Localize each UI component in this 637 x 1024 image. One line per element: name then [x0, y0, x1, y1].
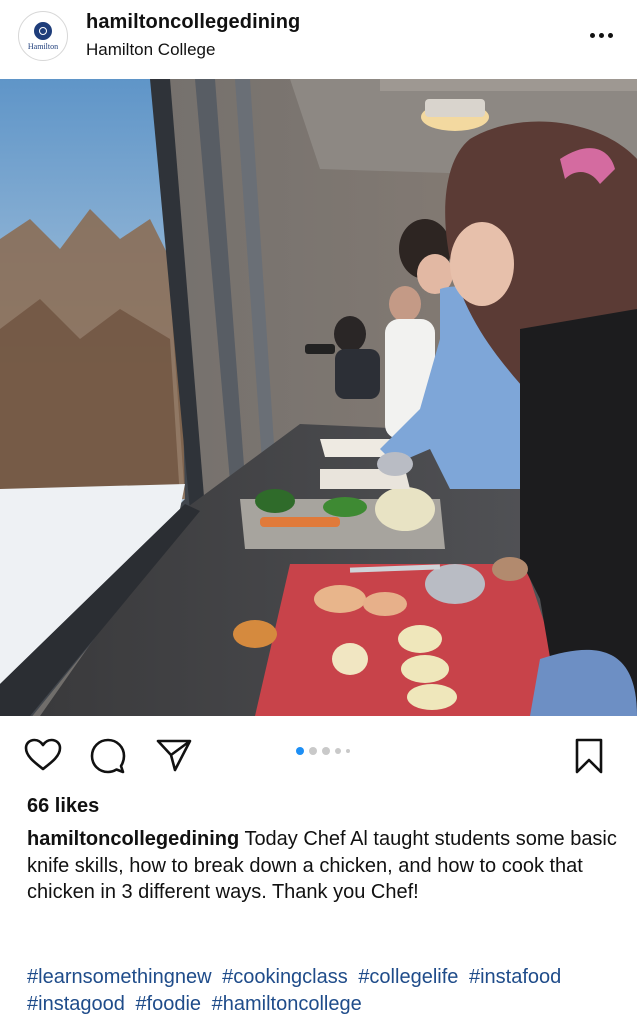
send-icon[interactable] [156, 738, 192, 777]
hashtag-link[interactable]: #instagood [27, 993, 125, 1015]
post-photo[interactable] [0, 79, 637, 716]
hashtag-link[interactable]: #cookingclass [222, 966, 348, 988]
college-seal-icon [34, 21, 52, 40]
hashtag-link[interactable]: #collegelife [358, 966, 458, 988]
carousel-dot [309, 747, 317, 755]
username[interactable]: hamiltoncollegedining [86, 11, 300, 34]
post-header: Hamilton hamiltoncollegedining Hamilton … [0, 0, 637, 79]
caption-username[interactable]: hamiltoncollegedining [27, 828, 239, 850]
carousel-dot [322, 747, 330, 755]
post-caption: hamiltoncollegedining Today Chef Al taug… [27, 826, 617, 906]
post-actions [0, 716, 637, 796]
more-options-icon[interactable] [585, 27, 617, 43]
hashtag-link[interactable]: #foodie [135, 993, 201, 1015]
avatar[interactable]: Hamilton [18, 11, 68, 61]
carousel-dot-active [296, 747, 304, 755]
bookmark-icon[interactable] [574, 738, 604, 779]
avatar-logo-text: Hamilton [27, 41, 59, 51]
hashtag-link[interactable]: #hamiltoncollege [212, 993, 362, 1015]
likes-count[interactable]: 66 likes [27, 795, 99, 818]
cooking-class-photo [0, 79, 637, 716]
hashtags: #learnsomethingnew #cookingclass #colleg… [27, 964, 627, 1017]
carousel-dot [335, 748, 341, 754]
carousel-dot [346, 749, 350, 753]
heart-icon[interactable] [24, 738, 62, 777]
comment-icon[interactable] [90, 738, 126, 779]
location[interactable]: Hamilton College [86, 40, 215, 60]
carousel-indicator [296, 747, 350, 755]
hashtag-link[interactable]: #learnsomethingnew [27, 966, 212, 988]
hashtag-link[interactable]: #instafood [469, 966, 561, 988]
